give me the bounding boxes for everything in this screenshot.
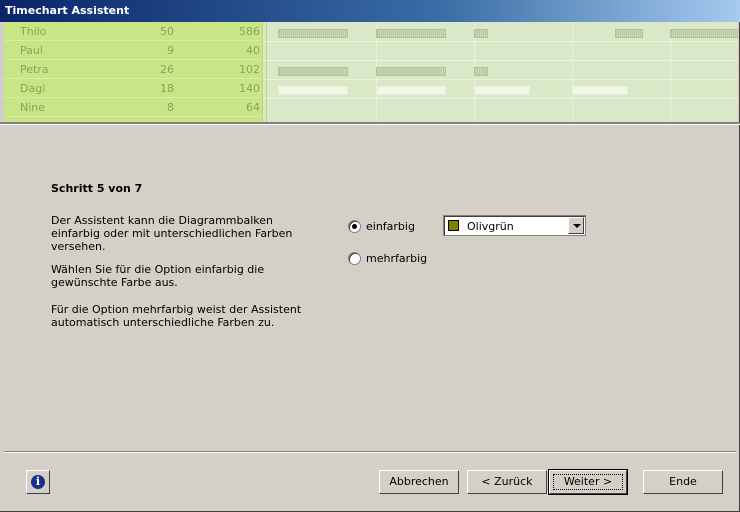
row-name: Dagi — [20, 82, 46, 95]
column-separator — [262, 22, 263, 122]
timeline-bar — [278, 67, 348, 76]
grid-line — [266, 60, 738, 61]
grid-line — [266, 79, 738, 80]
color-swatch — [448, 220, 459, 231]
row-value-2: 40 — [246, 44, 260, 57]
focus-rectangle — [553, 474, 623, 490]
multicolor-info-text: Für die Option mehrfarbig weist der Assi… — [51, 303, 302, 329]
grid-line — [266, 98, 738, 99]
row-value-2: 64 — [246, 101, 260, 114]
row-name: Petra — [20, 63, 49, 76]
window-title: Timechart Assistent — [5, 4, 130, 17]
row-value-1: 50 — [160, 25, 174, 38]
row-name: Paul — [20, 44, 43, 57]
info-icon: i — [31, 475, 45, 489]
timeline-bar — [615, 29, 643, 38]
timeline-bar — [376, 67, 446, 76]
row-value-2: 102 — [239, 63, 260, 76]
color-dropdown[interactable]: Olivgrün — [443, 215, 586, 236]
footer-divider — [4, 451, 736, 453]
grid-line — [266, 41, 738, 42]
cancel-button[interactable]: Abbrechen — [379, 470, 459, 494]
instruction-text: Wählen Sie für die Option einfarbig die … — [51, 263, 265, 289]
description-text: Der Assistent kann die Diagrammbalken ei… — [51, 214, 293, 253]
timeline-bar — [376, 86, 446, 95]
grid-line — [572, 22, 573, 122]
preview-table: Thilo 50 586 Paul 9 40 Petra 26 102 Dagi… — [4, 22, 262, 122]
back-button[interactable]: < Zurück — [467, 470, 547, 494]
row-value-2: 140 — [239, 82, 260, 95]
preview-row: Nine 8 64 — [4, 98, 262, 117]
timeline-bar — [670, 29, 738, 38]
preview-row: Paul 9 40 — [4, 41, 262, 60]
multi-color-radio[interactable] — [348, 252, 361, 265]
color-dropdown-value: Olivgrün — [467, 220, 514, 233]
row-value-1: 9 — [167, 44, 174, 57]
row-value-1: 18 — [160, 82, 174, 95]
single-color-radio[interactable] — [348, 220, 361, 233]
preview-border — [0, 122, 740, 125]
row-value-1: 8 — [167, 101, 174, 114]
finish-button[interactable]: Ende — [643, 470, 723, 494]
step-heading: Schritt 5 von 7 — [51, 182, 143, 195]
timeline-bar — [572, 86, 628, 95]
timeline-bar — [474, 86, 530, 95]
preview-row: Dagi 18 140 — [4, 79, 262, 98]
timechart-preview: Thilo 50 586 Paul 9 40 Petra 26 102 Dagi… — [4, 22, 738, 122]
dropdown-arrow-icon[interactable] — [568, 217, 584, 234]
next-button[interactable]: Weiter > — [548, 469, 628, 495]
row-value-1: 26 — [160, 63, 174, 76]
radio-selected-dot — [352, 224, 357, 229]
timeline-bar — [278, 29, 348, 38]
timeline-bar — [474, 67, 488, 76]
title-bar: Timechart Assistent — [0, 0, 740, 22]
single-color-label[interactable]: einfarbig — [366, 220, 415, 233]
row-name: Nine — [20, 101, 46, 114]
column-separator — [266, 22, 267, 122]
multi-color-label[interactable]: mehrfarbig — [366, 252, 427, 265]
timeline-bar — [376, 29, 446, 38]
timeline-bar — [474, 29, 488, 38]
info-button[interactable]: i — [26, 470, 50, 494]
preview-row: Thilo 50 586 — [4, 22, 262, 41]
row-name: Thilo — [20, 25, 47, 38]
preview-row: Petra 26 102 — [4, 60, 262, 79]
assistant-window: Timechart Assistent Thilo 50 586 Paul 9 … — [0, 0, 740, 512]
row-value-2: 586 — [239, 25, 260, 38]
timeline-bar — [278, 86, 348, 95]
